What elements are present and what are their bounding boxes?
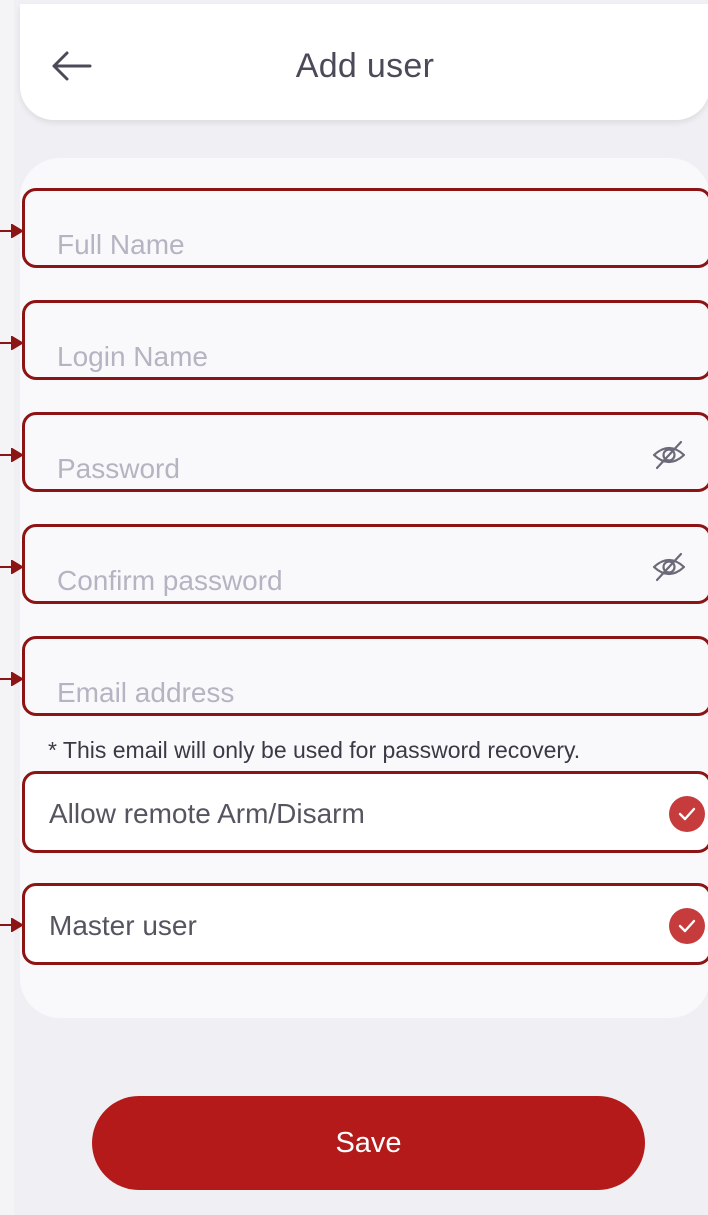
check-icon[interactable] [669, 796, 705, 832]
login-name-input[interactable] [57, 339, 617, 375]
annotation-arrow [0, 672, 24, 686]
allow-remote-arm-row[interactable]: Allow remote Arm/Disarm [22, 771, 708, 853]
annotation-arrow [0, 224, 24, 238]
email-note: * This email will only be used for passw… [48, 737, 581, 763]
check-icon[interactable] [669, 908, 705, 944]
save-button[interactable]: Save [92, 1096, 645, 1190]
annotation-arrow [0, 560, 24, 574]
screen-edge [0, 0, 14, 1215]
full-name-field[interactable] [22, 188, 708, 268]
confirm-password-input[interactable] [57, 563, 617, 599]
eye-off-icon[interactable] [651, 437, 687, 473]
email-field[interactable] [22, 636, 708, 716]
annotation-arrow [0, 918, 24, 932]
full-name-input[interactable] [57, 227, 617, 263]
page-title: Add user [295, 47, 435, 85]
eye-off-icon[interactable] [651, 549, 687, 585]
password-field[interactable] [22, 412, 708, 492]
master-user-label: Master user [49, 910, 197, 941]
master-user-row[interactable]: Master user [22, 883, 708, 965]
header-bar: Add user [20, 4, 708, 120]
annotation-arrow [0, 336, 24, 350]
annotation-arrow [0, 448, 24, 462]
email-input[interactable] [57, 675, 617, 711]
password-input[interactable] [57, 451, 617, 487]
add-user-screen: Add user [14, 0, 708, 1215]
allow-remote-arm-label: Allow remote Arm/Disarm [49, 798, 365, 829]
login-name-field[interactable] [22, 300, 708, 380]
confirm-password-field[interactable] [22, 524, 708, 604]
